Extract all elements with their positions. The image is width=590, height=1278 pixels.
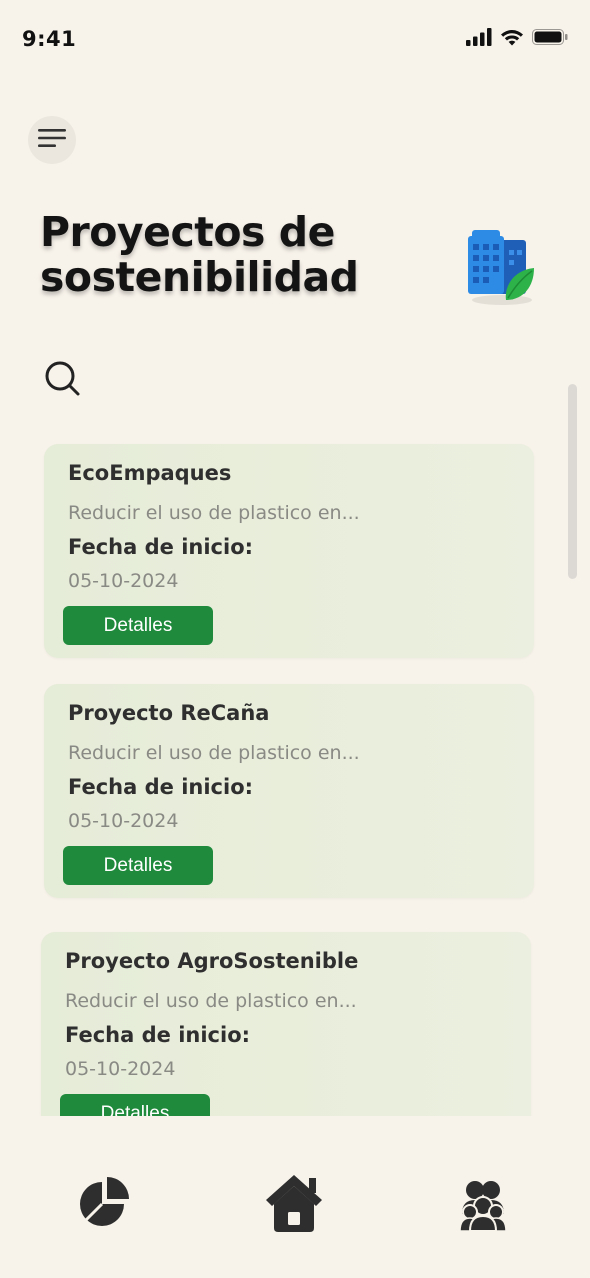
project-card: EcoEmpaques Reducir el uso de plastico e… bbox=[44, 444, 534, 658]
status-time: 9:41 bbox=[22, 27, 77, 51]
details-button[interactable]: Detalles bbox=[60, 1094, 210, 1116]
project-card: Proyecto AgroSostenible Reducir el uso d… bbox=[41, 932, 531, 1116]
details-button[interactable]: Detalles bbox=[63, 846, 213, 885]
start-date: 05-10-2024 bbox=[65, 1058, 176, 1080]
users-icon bbox=[459, 1178, 507, 1236]
bottom-nav bbox=[0, 1140, 590, 1278]
menu-icon bbox=[38, 128, 66, 152]
home-icon bbox=[262, 1172, 326, 1238]
status-icons bbox=[466, 28, 568, 50]
project-description: Reducir el uso de plastico en... bbox=[68, 742, 360, 764]
project-card: Proyecto ReCaña Reducir el uso de plasti… bbox=[44, 684, 534, 898]
project-name: EcoEmpaques bbox=[68, 461, 232, 485]
project-description: Reducir el uso de plastico en... bbox=[65, 990, 357, 1012]
page-title: Proyectos de sostenibilidad bbox=[40, 210, 440, 300]
start-date: 05-10-2024 bbox=[68, 570, 179, 592]
status-bar: 9:41 bbox=[0, 0, 590, 80]
start-date-label: Fecha de inicio: bbox=[68, 535, 254, 559]
battery-icon bbox=[532, 28, 568, 50]
wifi-icon bbox=[500, 28, 524, 50]
green-building-icon bbox=[464, 230, 540, 308]
project-name: Proyecto ReCaña bbox=[68, 701, 270, 725]
page-title-line-2: sostenibilidad bbox=[40, 253, 359, 301]
details-button[interactable]: Detalles bbox=[63, 606, 213, 645]
search-button[interactable] bbox=[44, 360, 82, 398]
nav-stats[interactable] bbox=[78, 1176, 130, 1232]
cellular-signal-icon bbox=[466, 28, 492, 50]
search-icon bbox=[44, 361, 82, 402]
start-date: 05-10-2024 bbox=[68, 810, 179, 832]
project-list[interactable]: EcoEmpaques Reducir el uso de plastico e… bbox=[0, 420, 590, 1116]
pie-chart-icon bbox=[78, 1174, 130, 1234]
page-title-line-1: Proyectos de bbox=[40, 208, 335, 256]
project-name: Proyecto AgroSostenible bbox=[65, 949, 359, 973]
menu-button[interactable] bbox=[28, 116, 76, 164]
nav-home[interactable] bbox=[262, 1174, 326, 1236]
project-description: Reducir el uso de plastico en... bbox=[68, 502, 360, 524]
start-date-label: Fecha de inicio: bbox=[68, 775, 254, 799]
nav-community[interactable] bbox=[459, 1178, 507, 1236]
start-date-label: Fecha de inicio: bbox=[65, 1023, 251, 1047]
